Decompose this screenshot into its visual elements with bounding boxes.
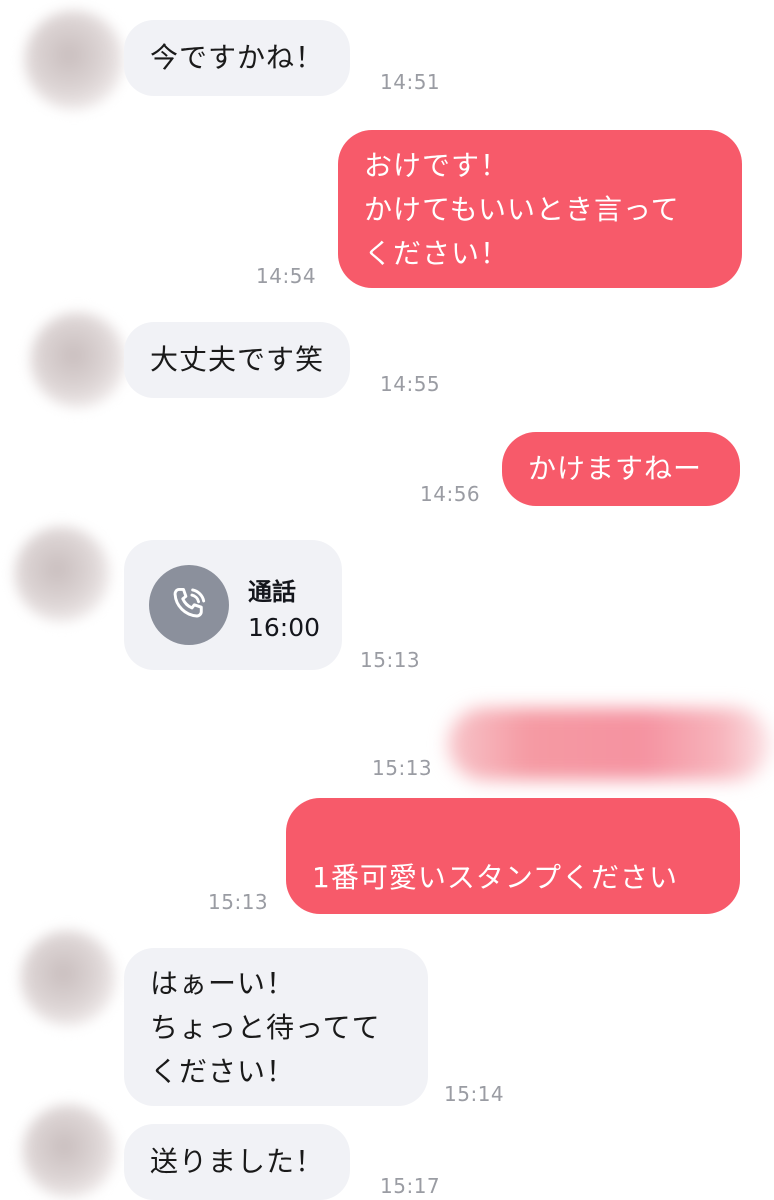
avatar[interactable]	[22, 1104, 116, 1198]
message-timestamp: 14:54	[256, 264, 317, 288]
incoming-message-bubble[interactable]: 今ですかね！	[124, 20, 351, 96]
incoming-message-bubble[interactable]: 送りました！	[124, 1124, 351, 1200]
call-duration: 16:00	[248, 613, 321, 642]
message-timestamp: 15:17	[380, 1174, 441, 1198]
outgoing-message-bubble[interactable]: 1番可愛いスタンプください 😎	[286, 798, 740, 982]
avatar[interactable]	[24, 10, 124, 110]
message-text: 1番可愛いスタンプください	[312, 861, 678, 894]
message-timestamp: 15:14	[444, 1082, 505, 1106]
avatar[interactable]	[30, 312, 126, 408]
incoming-message-bubble[interactable]: 大丈夫です笑	[124, 322, 351, 398]
call-title: 通話	[248, 578, 296, 606]
outgoing-message-bubble[interactable]: かけますねー	[502, 432, 740, 506]
avatar[interactable]	[14, 526, 110, 622]
message-timestamp: 15:13	[208, 890, 269, 914]
message-timestamp: 14:51	[380, 70, 441, 94]
avatar[interactable]	[20, 930, 116, 1026]
message-timestamp: 14:56	[420, 482, 481, 506]
message-timestamp: 15:13	[360, 648, 421, 672]
message-timestamp: 15:13	[372, 756, 433, 780]
outgoing-message-bubble[interactable]: おけです！ かけてもいいとき言って ください！	[338, 130, 742, 288]
phone-call-icon	[149, 565, 229, 645]
redacted-message[interactable]	[448, 708, 770, 780]
message-timestamp: 14:55	[380, 372, 441, 396]
incoming-message-bubble[interactable]: はぁーい！ ちょっと待ってて ください！	[124, 948, 428, 1106]
